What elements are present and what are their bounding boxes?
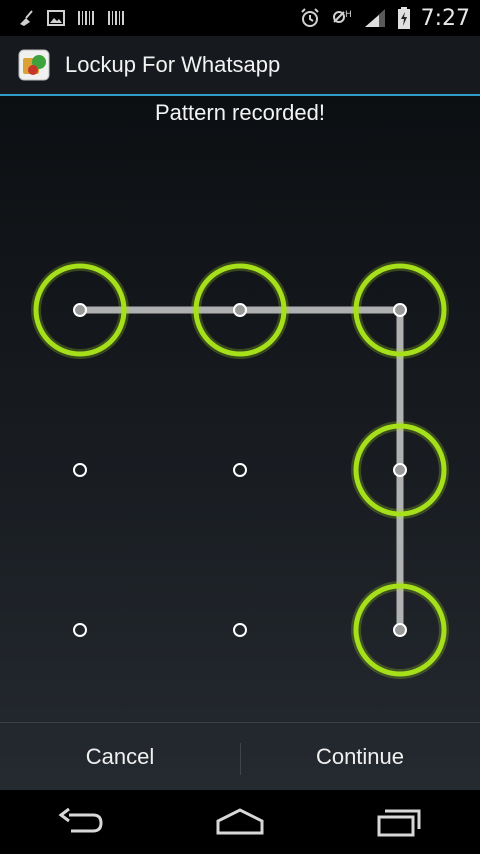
home-icon <box>216 808 264 835</box>
pattern-dot-center <box>393 623 407 637</box>
pattern-dot-8[interactable] <box>233 623 247 637</box>
back-icon <box>58 807 103 833</box>
barcode-icon <box>78 11 94 25</box>
status-bar: H 7:27 <box>0 0 480 36</box>
pattern-dot-center <box>233 623 247 637</box>
alarm-icon <box>300 8 319 27</box>
pattern-dot-center <box>233 303 247 317</box>
pattern-dot-7[interactable] <box>73 623 87 637</box>
back-button[interactable] <box>40 798 120 846</box>
status-clock: 7:27 <box>420 5 470 31</box>
action-bar: Lockup For Whatsapp <box>0 36 480 94</box>
continue-button[interactable]: Continue <box>240 723 480 791</box>
cancel-button[interactable]: Cancel <box>0 723 240 791</box>
pattern-dot-center <box>233 463 247 477</box>
app-title: Lockup For Whatsapp <box>65 52 281 77</box>
pattern-screen: Pattern recorded! <box>0 96 480 790</box>
pattern-dot-center <box>73 623 87 637</box>
button-divider <box>240 743 241 775</box>
barcode-icon <box>108 11 124 25</box>
image-icon <box>47 10 65 26</box>
pattern-dot-5[interactable] <box>233 463 247 477</box>
pattern-dot-center <box>73 303 87 317</box>
pattern-dot-4[interactable] <box>73 463 87 477</box>
battery-charging-icon <box>397 7 410 29</box>
button-bar: Cancel Continue <box>0 722 480 791</box>
pattern-grid[interactable] <box>0 96 480 722</box>
recents-button[interactable] <box>360 798 440 846</box>
navigation-bar <box>0 790 480 854</box>
mute-icon: H <box>332 10 352 23</box>
lockup-app-icon <box>18 49 50 81</box>
svg-text:H: H <box>345 10 352 20</box>
broom-icon <box>20 10 33 26</box>
signal-icon <box>364 9 385 27</box>
pattern-dot-center <box>73 463 87 477</box>
home-button[interactable] <box>200 798 280 846</box>
pattern-dot-center <box>393 303 407 317</box>
pattern-dot-center <box>393 463 407 477</box>
recents-icon <box>377 809 421 837</box>
